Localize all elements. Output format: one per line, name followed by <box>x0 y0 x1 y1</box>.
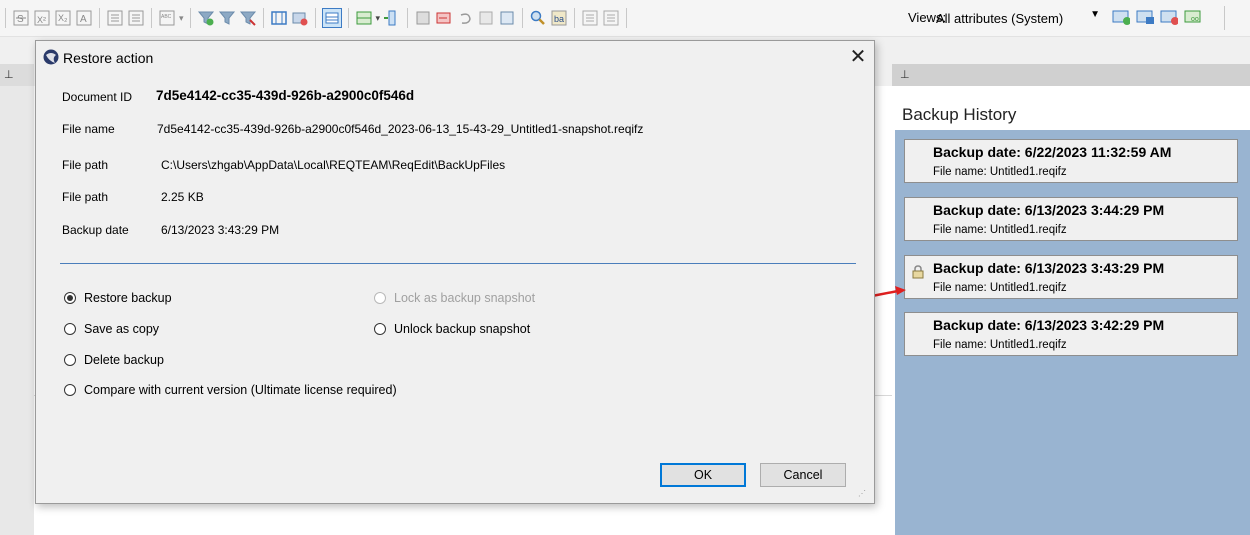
radio-icon <box>64 323 76 335</box>
undo-icon[interactable] <box>456 9 474 27</box>
replace-icon[interactable]: ba <box>550 9 568 27</box>
file-size-value: 2.25 KB <box>161 190 204 204</box>
radio-icon <box>64 384 76 396</box>
backup-file-name: File name: Untitled1.reqifz <box>933 166 1067 178</box>
strikethrough-icon[interactable]: S <box>12 9 30 27</box>
insert-col-icon[interactable] <box>383 9 401 27</box>
subscript-icon[interactable]: X₂ <box>54 9 72 27</box>
link-view-icon[interactable]: oo <box>1184 8 1202 26</box>
file-name-label: File name <box>62 122 115 136</box>
svg-text:ba: ba <box>554 14 564 24</box>
radio-selected-icon <box>64 292 76 304</box>
delete-backup-label: Delete backup <box>84 353 164 367</box>
red-arrow-icon <box>871 286 906 298</box>
sync-icon[interactable] <box>498 9 516 27</box>
backup-date: Backup date: 6/13/2023 3:42:29 PM <box>933 317 1165 333</box>
svg-text:X₂: X₂ <box>58 13 68 23</box>
list-left-icon[interactable] <box>581 9 599 27</box>
unlock-snapshot-label: Unlock backup snapshot <box>394 322 531 336</box>
merge-icon[interactable] <box>414 9 432 27</box>
filter-icon[interactable] <box>218 9 236 27</box>
grid-view-icon[interactable] <box>321 8 342 28</box>
resize-grip-icon[interactable]: ⋰ <box>858 489 866 498</box>
restore-backup-radio[interactable]: Restore backup <box>64 291 172 305</box>
backup-card[interactable]: Backup date: 6/13/2023 3:42:29 PM File n… <box>904 312 1238 356</box>
unlock-snapshot-radio[interactable]: Unlock backup snapshot <box>374 322 530 336</box>
font-color-icon[interactable]: A <box>75 9 93 27</box>
dropdown-arrow-icon[interactable]: ▾ <box>179 13 184 24</box>
compare-version-label: Compare with current version (Ultimate l… <box>84 383 397 397</box>
file-name-value: 7d5e4142-cc35-439d-926b-a2900c0f546d_202… <box>157 122 644 136</box>
close-icon[interactable]: ✕ <box>846 45 870 69</box>
delete-backup-radio[interactable]: Delete backup <box>64 353 164 367</box>
filter-add-icon[interactable] <box>197 9 215 27</box>
svg-text:A: A <box>80 14 87 25</box>
document-id-label: Document ID <box>62 90 133 104</box>
cancel-button[interactable]: Cancel <box>760 463 846 487</box>
filter-remove-icon[interactable] <box>239 9 257 27</box>
chevron-down-icon: ▼ <box>1090 9 1100 20</box>
formatting-toolbar: S X² X₂ A ABC ▾ ▾ ba <box>2 6 630 30</box>
svg-text:S: S <box>17 14 24 25</box>
views-select[interactable]: All attributes (System) ▼ <box>922 7 1102 29</box>
backup-date: Backup date: 6/22/2023 11:32:59 AM <box>933 144 1172 160</box>
backup-card[interactable]: Backup date: 6/13/2023 3:44:29 PM File n… <box>904 197 1238 241</box>
add-view-icon[interactable] <box>1112 8 1130 26</box>
lock-snapshot-radio: Lock as backup snapshot <box>374 291 535 305</box>
pin-icon[interactable]: ⊥ <box>900 68 910 81</box>
radio-icon <box>374 323 386 335</box>
radio-icon <box>374 292 386 304</box>
compare-version-radio[interactable]: Compare with current version (Ultimate l… <box>64 383 397 397</box>
backup-history-title: Backup History <box>902 105 1017 124</box>
restore-action-dialog: Restore action ✕ Document ID 7d5e4142-cc… <box>35 40 875 504</box>
app-icon <box>43 49 59 68</box>
save-copy-label: Save as copy <box>84 322 160 336</box>
superscript-icon[interactable]: X² <box>33 9 51 27</box>
svg-text:X²: X² <box>37 15 46 25</box>
remove-view-icon[interactable] <box>1160 8 1178 26</box>
backup-date: Backup date: 6/13/2023 3:44:29 PM <box>933 202 1165 218</box>
svg-text:oo: oo <box>1191 16 1199 23</box>
backup-file-name: File name: Untitled1.reqifz <box>933 339 1067 351</box>
save-view-icon[interactable] <box>1136 8 1154 26</box>
backup-date-value: 6/13/2023 3:43:29 PM <box>161 223 280 237</box>
backup-card-selected[interactable]: Backup date: 6/13/2023 3:43:29 PM File n… <box>904 255 1238 299</box>
refresh-icon[interactable] <box>477 9 495 27</box>
backup-file-name: File name: Untitled1.reqifz <box>933 224 1067 236</box>
clear-icon[interactable] <box>291 9 309 27</box>
document-id-value: 7d5e4142-cc35-439d-926b-a2900c0f546d <box>156 88 415 103</box>
file-size-label: File path <box>62 190 109 204</box>
save-copy-radio[interactable]: Save as copy <box>64 322 159 336</box>
backup-file-name: File name: Untitled1.reqifz <box>933 282 1067 294</box>
lock-snapshot-label: Lock as backup snapshot <box>394 291 536 305</box>
insert-row-icon[interactable] <box>355 9 373 27</box>
backup-date: Backup date: 6/13/2023 3:43:29 PM <box>933 260 1165 276</box>
backup-date-label: Backup date <box>62 223 129 237</box>
left-pane <box>0 86 34 535</box>
list-right-icon[interactable] <box>602 9 620 27</box>
radio-icon <box>64 354 76 366</box>
backup-card[interactable]: Backup date: 6/22/2023 11:32:59 AM File … <box>904 139 1238 183</box>
right-pane-header <box>892 64 1250 86</box>
search-icon[interactable] <box>529 9 547 27</box>
dropdown-arrow-icon[interactable]: ▾ <box>376 13 381 24</box>
svg-text:ABC: ABC <box>161 14 172 20</box>
abc-icon[interactable]: ABC <box>158 9 176 27</box>
numbered-list-icon[interactable] <box>106 9 124 27</box>
ok-button[interactable]: OK <box>660 463 746 487</box>
file-path-label: File path <box>62 158 109 172</box>
lock-icon <box>910 264 926 283</box>
separator <box>60 263 856 264</box>
views-select-value: All attributes (System) <box>936 10 1064 26</box>
file-path-value: C:\Users\zhgab\AppData\Local\REQTEAM\Req… <box>161 158 506 172</box>
export-icon[interactable] <box>435 9 453 27</box>
view-actions: oo <box>1112 8 1202 26</box>
pin-icon[interactable]: ⊥ <box>4 68 14 81</box>
table-icon[interactable] <box>270 9 288 27</box>
dialog-title: Restore action <box>63 50 154 66</box>
bullet-list-icon[interactable] <box>127 9 145 27</box>
restore-backup-label: Restore backup <box>84 291 172 305</box>
main-toolbar: S X² X₂ A ABC ▾ ▾ ba Views: All attribut… <box>0 0 1250 37</box>
